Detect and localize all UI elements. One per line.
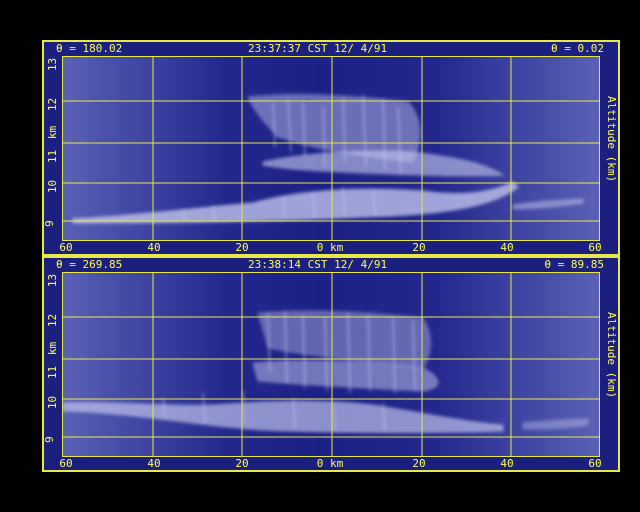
y-tick-10: 10 [46, 179, 60, 194]
altitude-label: Altitude (km) [605, 312, 618, 399]
altitude-label: Altitude (km) [605, 96, 618, 183]
y-tick-13: 13 [46, 273, 60, 288]
y-axis-unit: km [46, 125, 60, 140]
panel-header: θ = 269.85 23:38:14 CST 12/ 4/91 θ = 89.… [44, 258, 618, 272]
y-tick-10: 10 [46, 395, 60, 410]
theta-right-label: θ = 0.02 [551, 42, 604, 55]
grid-top [63, 57, 599, 240]
y-tick-11: 11 [46, 149, 60, 164]
panel-header: θ = 180.02 23:37:37 CST 12/ 4/91 θ = 0.0… [44, 42, 618, 56]
theta-left-label: θ = 180.02 [56, 42, 123, 55]
scan-panel-top: θ = 180.02 23:37:37 CST 12/ 4/91 θ = 0.0… [42, 40, 620, 256]
x-tick: 60 [59, 457, 73, 470]
theta-left-label: θ = 269.85 [56, 258, 123, 271]
x-tick: 60 [59, 241, 73, 254]
y-tick-9: 9 [42, 220, 56, 227]
x-tick: 40 [500, 457, 514, 470]
x-tick: 0 km [316, 241, 344, 254]
x-tick: 0 km [316, 457, 344, 470]
timestamp-label: 23:37:37 CST 12/ 4/91 [248, 42, 388, 55]
x-tick: 20 [235, 241, 249, 254]
lidar-image-top [62, 56, 600, 241]
y-tick-12: 12 [46, 97, 60, 112]
theta-right-label: θ = 89.85 [544, 258, 604, 271]
x-tick: 20 [235, 457, 249, 470]
x-tick: 20 [412, 457, 426, 470]
x-tick: 60 [588, 241, 602, 254]
y-tick-13: 13 [46, 57, 60, 72]
x-tick: 40 [500, 241, 514, 254]
x-tick: 20 [412, 241, 426, 254]
lidar-image-bottom [62, 272, 600, 457]
x-tick: 40 [147, 457, 161, 470]
grid-bottom [63, 273, 599, 456]
x-tick: 60 [588, 457, 602, 470]
y-tick-9: 9 [42, 436, 56, 443]
y-tick-11: 11 [46, 365, 60, 380]
x-tick: 40 [147, 241, 161, 254]
scan-panel-bottom: θ = 269.85 23:38:14 CST 12/ 4/91 θ = 89.… [42, 256, 620, 472]
y-axis-unit: km [46, 341, 60, 356]
timestamp-label: 23:38:14 CST 12/ 4/91 [248, 258, 388, 271]
y-tick-12: 12 [46, 313, 60, 328]
